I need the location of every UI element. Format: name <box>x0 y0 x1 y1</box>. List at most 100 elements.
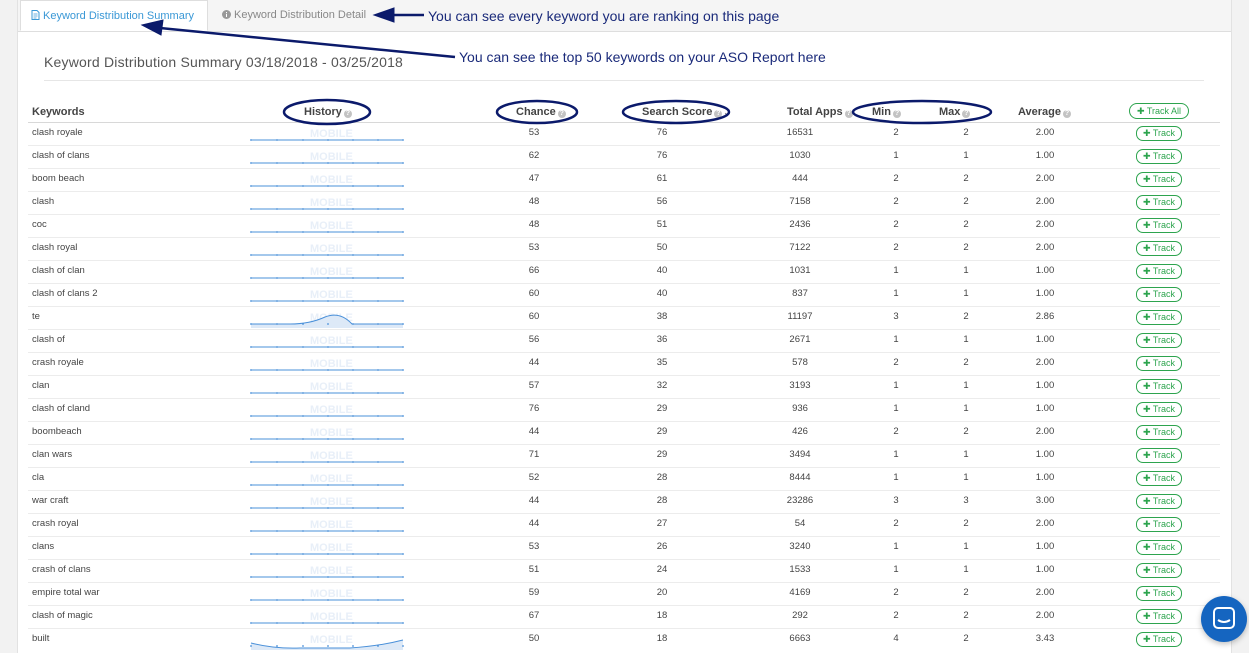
track-button[interactable]: ✚ Track <box>1136 402 1182 417</box>
plus-icon: ✚ <box>1142 266 1153 276</box>
history-sparkline[interactable]: MOBILE <box>250 400 404 420</box>
track-button[interactable]: ✚ Track <box>1136 172 1182 187</box>
history-sparkline[interactable]: MOBILE <box>250 308 404 328</box>
track-button[interactable]: ✚ Track <box>1136 264 1182 279</box>
track-button[interactable]: ✚ Track <box>1136 195 1182 210</box>
sparkline-point <box>276 300 278 302</box>
history-sparkline[interactable]: MOBILE <box>250 515 404 535</box>
plus-icon: ✚ <box>1142 473 1153 483</box>
sparkline-point <box>250 530 252 532</box>
min-cell: 1 <box>893 334 899 345</box>
track-button[interactable]: ✚ Track <box>1136 241 1182 256</box>
history-sparkline[interactable]: MOBILE <box>250 584 404 604</box>
history-sparkline[interactable]: MOBILE <box>250 124 404 144</box>
sparkline-point <box>402 415 404 417</box>
column-header-history[interactable]: History? <box>304 106 352 118</box>
track-button[interactable]: ✚ Track <box>1136 333 1182 348</box>
history-sparkline[interactable]: MOBILE <box>250 239 404 259</box>
sparkline-point <box>377 576 379 578</box>
tab-keyword-distribution-summary[interactable]: Keyword Distribution Summary <box>20 0 208 31</box>
search-score-cell: 27 <box>656 518 668 529</box>
track-button[interactable]: ✚ Track <box>1136 149 1182 164</box>
track-button[interactable]: ✚ Track <box>1136 494 1182 509</box>
history-sparkline[interactable]: MOBILE <box>250 147 404 167</box>
track-button[interactable]: ✚ Track <box>1136 563 1182 578</box>
watermark-text: MOBILE <box>310 404 353 416</box>
history-sparkline[interactable]: MOBILE <box>250 423 404 443</box>
track-button[interactable]: ✚ Track <box>1136 379 1182 394</box>
tab-detail-label: Keyword Distribution Detail <box>234 9 367 21</box>
track-label: Track <box>1152 588 1176 598</box>
column-header-average[interactable]: Average? <box>1018 106 1072 118</box>
column-header-chance[interactable]: Chance? <box>516 106 566 118</box>
total-apps-cell: 1031 <box>789 265 811 276</box>
min-cell: 2 <box>893 173 899 184</box>
sparkline-point <box>250 438 252 440</box>
total-apps-cell: 936 <box>792 403 808 414</box>
sparkline-point <box>302 599 304 601</box>
sort-chevron-icon[interactable]: ⌄ <box>723 108 730 117</box>
average-cell: 2.00 <box>1035 518 1055 529</box>
history-sparkline[interactable]: MOBILE <box>250 262 404 282</box>
help-icon[interactable]: ? <box>844 110 853 118</box>
track-all-button[interactable]: ✚ Track All <box>1129 103 1189 119</box>
sparkline-point <box>352 530 354 532</box>
track-button[interactable]: ✚ Track <box>1136 471 1182 486</box>
help-icon[interactable]: ? <box>343 110 352 118</box>
track-button[interactable]: ✚ Track <box>1136 310 1182 325</box>
track-button[interactable]: ✚ Track <box>1136 609 1182 624</box>
track-button[interactable]: ✚ Track <box>1136 287 1182 302</box>
history-sparkline[interactable]: MOBILE <box>250 377 404 397</box>
chance-cell: 53 <box>528 127 540 138</box>
help-icon[interactable]: ? <box>714 110 723 118</box>
help-icon[interactable]: ? <box>1063 110 1072 118</box>
history-sparkline[interactable]: MOBILE <box>250 216 404 236</box>
history-sparkline[interactable]: MOBILE <box>250 538 404 558</box>
history-sparkline[interactable]: MOBILE <box>250 469 404 489</box>
sparkline-point <box>352 323 354 325</box>
keyword-cell: clan wars <box>32 449 73 460</box>
history-sparkline[interactable]: MOBILE <box>250 607 404 627</box>
chance-cell: 60 <box>528 311 540 322</box>
history-sparkline[interactable]: MOBILE <box>250 561 404 581</box>
history-sparkline[interactable]: MOBILE <box>250 285 404 305</box>
keywords-label: Keywords <box>32 106 85 118</box>
watermark-text: MOBILE <box>310 174 353 186</box>
chance-cell: 52 <box>528 472 540 483</box>
track-button[interactable]: ✚ Track <box>1136 218 1182 233</box>
history-sparkline[interactable]: MOBILE <box>250 331 404 351</box>
watermark-text: MOBILE <box>310 450 353 462</box>
track-button[interactable]: ✚ Track <box>1136 632 1182 647</box>
history-sparkline[interactable]: MOBILE <box>250 170 404 190</box>
track-button[interactable]: ✚ Track <box>1136 448 1182 463</box>
track-button[interactable]: ✚ Track <box>1136 517 1182 532</box>
track-button[interactable]: ✚ Track <box>1136 586 1182 601</box>
max-cell: 1 <box>963 288 969 299</box>
search-score-cell: 38 <box>656 311 668 322</box>
total-apps-cell: 578 <box>792 357 808 368</box>
help-icon[interactable]: ? <box>557 110 566 118</box>
history-sparkline[interactable]: MOBILE <box>250 354 404 374</box>
sparkline-point <box>352 392 354 394</box>
column-header-max[interactable]: Max? <box>939 106 971 118</box>
column-header-total-apps[interactable]: Total Apps? <box>787 106 853 118</box>
tab-keyword-distribution-detail[interactable]: Keyword Distribution Detail <box>212 0 376 31</box>
track-button[interactable]: ✚ Track <box>1136 126 1182 141</box>
help-icon[interactable]: ? <box>892 110 901 118</box>
track-label: Track <box>1152 266 1176 276</box>
history-sparkline[interactable]: MOBILE <box>250 630 404 650</box>
max-cell: 2 <box>963 311 969 322</box>
chat-launcher-button[interactable] <box>1201 596 1247 642</box>
track-button[interactable]: ✚ Track <box>1136 425 1182 440</box>
help-icon[interactable]: ? <box>962 110 971 118</box>
table-row: empire total war MOBILE 59 20 4169 2 2 2.00 ✚ Tr… <box>28 582 1220 606</box>
track-button[interactable]: ✚ Track <box>1136 540 1182 555</box>
sparkline-point <box>250 415 252 417</box>
column-header-search-score[interactable]: Search Score? ⌄ <box>642 106 730 118</box>
history-sparkline[interactable]: MOBILE <box>250 492 404 512</box>
track-button[interactable]: ✚ Track <box>1136 356 1182 371</box>
history-sparkline[interactable]: MOBILE <box>250 193 404 213</box>
history-sparkline[interactable]: MOBILE <box>250 446 404 466</box>
sparkline-point <box>250 254 252 256</box>
column-header-min[interactable]: Min? <box>872 106 901 118</box>
